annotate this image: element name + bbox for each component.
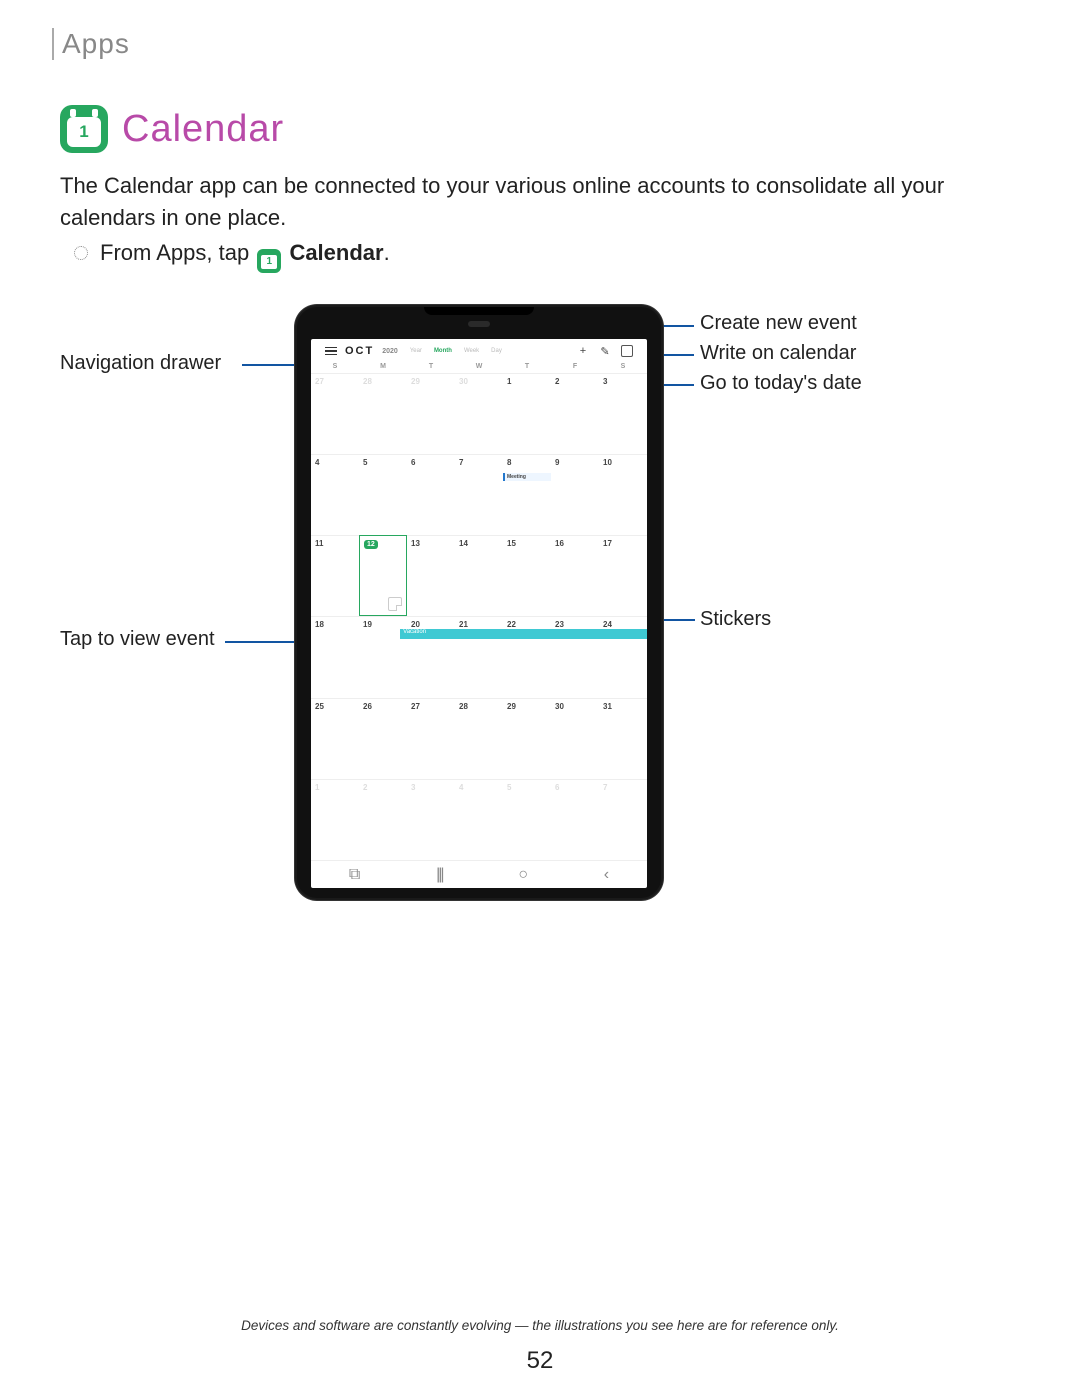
- callout-stickers: Stickers: [700, 608, 771, 631]
- camera-notch: [424, 307, 534, 315]
- date-cell[interactable]: 14: [455, 535, 503, 616]
- instruction-step: From Apps, tap 1 Calendar.: [74, 240, 390, 269]
- device-screen: OCT 2020 YearMonthWeekDay + ✎ SMTWTFS272…: [311, 339, 647, 888]
- month-grid: SMTWTFS2728293012345678Meeting9101112131…: [311, 359, 647, 860]
- callout-tap-event: Tap to view event: [60, 628, 215, 651]
- day-of-week-header: W: [455, 363, 503, 370]
- day-of-week-header: S: [311, 363, 359, 370]
- callout-write-calendar: Write on calendar: [700, 342, 856, 365]
- home-button[interactable]: |||: [436, 866, 442, 884]
- step-app-name: Calendar: [289, 240, 383, 265]
- event-bar-vacation[interactable]: Vacation: [400, 629, 647, 639]
- date-cell[interactable]: 13: [407, 535, 455, 616]
- date-cell[interactable]: 7: [455, 454, 503, 535]
- view-tab-week[interactable]: Week: [460, 347, 483, 355]
- date-cell[interactable]: 5: [359, 454, 407, 535]
- date-cell[interactable]: 31: [599, 698, 647, 779]
- callout-nav-drawer: Navigation drawer: [60, 352, 221, 375]
- date-cell[interactable]: 27: [407, 698, 455, 779]
- date-cell[interactable]: 26: [359, 698, 407, 779]
- front-camera: [468, 321, 490, 327]
- date-cell[interactable]: 2: [359, 779, 407, 860]
- date-cell[interactable]: 2: [551, 373, 599, 454]
- recents-button[interactable]: ⧉: [349, 866, 360, 884]
- date-cell[interactable]: 3: [407, 779, 455, 860]
- date-cell[interactable]: 30: [551, 698, 599, 779]
- date-cell[interactable]: 12: [359, 535, 407, 616]
- day-of-week-header: M: [359, 363, 407, 370]
- date-cell[interactable]: 30: [455, 373, 503, 454]
- date-cell[interactable]: 5: [503, 779, 551, 860]
- disclaimer: Devices and software are constantly evol…: [0, 1318, 1080, 1333]
- view-tab-month[interactable]: Month: [430, 347, 456, 355]
- date-cell[interactable]: 6: [407, 454, 455, 535]
- view-switcher[interactable]: Year Month Week Day: [406, 347, 506, 355]
- view-tab-year[interactable]: Year: [406, 347, 426, 355]
- calendar-toolbar: OCT 2020 Year Month Week Day + ✎: [311, 339, 647, 359]
- system-nav-bar: ⧉ ||| ○ ‹: [311, 860, 647, 888]
- date-cell[interactable]: 8Meeting: [503, 454, 551, 535]
- section-title: Calendar: [122, 108, 284, 151]
- day-of-week-header: T: [503, 363, 551, 370]
- date-cell[interactable]: 25: [311, 698, 359, 779]
- view-tab-day[interactable]: Day: [487, 347, 506, 355]
- write-calendar-button[interactable]: ✎: [599, 345, 611, 357]
- day-of-week-header: T: [407, 363, 455, 370]
- calendar-app-icon-small-number: 1: [261, 255, 277, 269]
- breadcrumb: Apps: [52, 28, 130, 60]
- page-number: 52: [0, 1347, 1080, 1375]
- date-cell[interactable]: 1: [503, 373, 551, 454]
- date-cell[interactable]: 9: [551, 454, 599, 535]
- date-cell[interactable]: 6: [551, 779, 599, 860]
- date-cell[interactable]: 4: [311, 454, 359, 535]
- step-period: .: [384, 240, 390, 265]
- bullet-icon: [74, 246, 88, 260]
- nav-drawer-button[interactable]: [325, 347, 337, 356]
- date-cell[interactable]: 1: [311, 779, 359, 860]
- date-cell[interactable]: 10: [599, 454, 647, 535]
- add-event-button[interactable]: +: [577, 345, 589, 357]
- calendar-app-icon-small: 1: [257, 249, 281, 273]
- date-cell[interactable]: 16: [551, 535, 599, 616]
- date-cell[interactable]: 27: [311, 373, 359, 454]
- date-cell[interactable]: 11: [311, 535, 359, 616]
- date-cell[interactable]: 29: [407, 373, 455, 454]
- event-chip[interactable]: Meeting: [503, 473, 551, 481]
- month-label[interactable]: OCT: [345, 345, 374, 357]
- day-of-week-header: S: [599, 363, 647, 370]
- date-cell[interactable]: 15: [503, 535, 551, 616]
- overview-button[interactable]: ○: [518, 866, 528, 884]
- sticker-icon[interactable]: [388, 597, 402, 611]
- date-cell[interactable]: 17: [599, 535, 647, 616]
- goto-today-button[interactable]: [621, 345, 633, 357]
- section-title-row: 1 Calendar: [60, 105, 284, 153]
- section-intro: The Calendar app can be connected to you…: [60, 170, 1020, 234]
- date-cell[interactable]: 29: [503, 698, 551, 779]
- calendar-app-icon-number: 1: [67, 117, 101, 147]
- calendar-app-icon: 1: [60, 105, 108, 153]
- date-cell[interactable]: 3: [599, 373, 647, 454]
- date-cell[interactable]: 4: [455, 779, 503, 860]
- callout-create-event: Create new event: [700, 312, 857, 335]
- date-cell[interactable]: 28: [455, 698, 503, 779]
- date-cell[interactable]: 28: [359, 373, 407, 454]
- tablet-device: OCT 2020 YearMonthWeekDay + ✎ SMTWTFS272…: [295, 305, 663, 900]
- back-button[interactable]: ‹: [604, 866, 609, 884]
- year-label: 2020: [382, 348, 398, 355]
- day-of-week-header: F: [551, 363, 599, 370]
- date-cell[interactable]: 18: [311, 616, 359, 697]
- callout-goto-today: Go to today's date: [700, 372, 862, 395]
- step-prefix: From Apps, tap: [100, 240, 249, 265]
- date-cell[interactable]: 7: [599, 779, 647, 860]
